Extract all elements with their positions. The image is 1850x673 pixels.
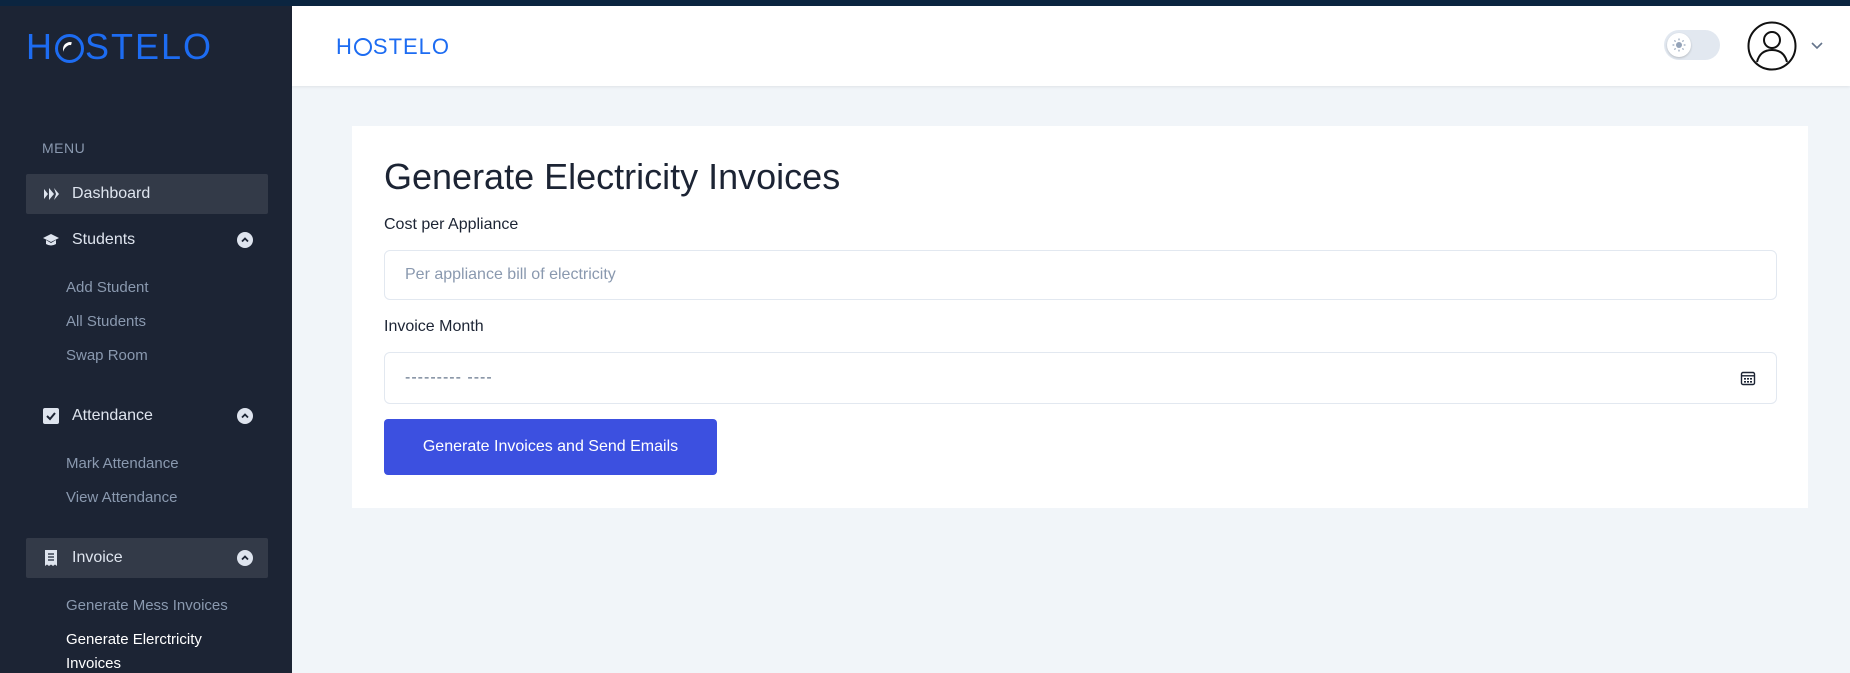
page-title: Generate Electricity Invoices <box>384 156 841 197</box>
logo-text-prefix: H <box>336 34 353 59</box>
sidebar-subitem-add-student[interactable]: Add Student <box>66 276 149 300</box>
sidebar-logo[interactable]: H STELO <box>26 26 213 68</box>
logo-text-suffix: STELO <box>85 26 214 67</box>
cost-per-appliance-input[interactable] <box>384 250 1777 300</box>
sidebar-item-attendance[interactable]: Attendance <box>26 396 268 436</box>
cost-per-appliance-label: Cost per Appliance <box>384 216 519 233</box>
sidebar-item-label: Invoice <box>72 549 123 566</box>
sidebar-item-label: Dashboard <box>72 185 151 202</box>
sidebar-item-dashboard[interactable]: Dashboard <box>26 174 268 214</box>
sidebar-subitem-generate-mess-invoices[interactable]: Generate Mess Invoices <box>66 594 228 618</box>
sidebar-item-students[interactable]: Students <box>26 220 268 260</box>
sidebar-item-label: Students <box>72 231 136 248</box>
chevron-up-icon[interactable] <box>237 550 253 566</box>
logo-o-icon <box>353 38 372 56</box>
chevron-down-icon[interactable] <box>1810 38 1824 52</box>
theme-toggle[interactable] <box>1664 30 1720 60</box>
sun-icon <box>1667 33 1691 57</box>
checkbox-icon <box>42 407 60 425</box>
top-strip <box>0 0 1850 6</box>
menu-heading: MENU <box>42 140 86 156</box>
invoice-month-input[interactable]: --------- ---- <box>384 352 1777 404</box>
user-avatar-icon[interactable] <box>1747 21 1797 71</box>
header-logo[interactable]: H STELO <box>336 34 450 60</box>
top-header: H STELO <box>292 6 1850 86</box>
sidebar-item-label: Attendance <box>72 407 153 424</box>
sidebar-subitem-view-attendance[interactable]: View Attendance <box>66 486 177 510</box>
sidebar-subitem-all-students[interactable]: All Students <box>66 310 146 334</box>
sidebar-subitem-swap-room[interactable]: Swap Room <box>66 344 148 368</box>
sidebar: H STELO MENU Dashboard Students Add Stude… <box>0 0 292 673</box>
calendar-icon[interactable] <box>1740 370 1756 386</box>
sidebar-item-invoice[interactable]: Invoice <box>26 538 268 578</box>
chevron-up-icon[interactable] <box>237 232 253 248</box>
chevron-up-icon[interactable] <box>237 408 253 424</box>
graduation-cap-icon <box>42 231 60 249</box>
logo-text-suffix: STELO <box>372 34 451 59</box>
invoice-month-placeholder: --------- ---- <box>405 369 493 386</box>
sidebar-subitem-mark-attendance[interactable]: Mark Attendance <box>66 452 179 476</box>
sidebar-subitem-generate-electricity-invoices[interactable]: Generate Elerctricity Invoices <box>66 628 246 673</box>
invoice-month-label: Invoice Month <box>384 318 484 335</box>
generate-invoices-button[interactable]: Generate Invoices and Send Emails <box>384 419 717 475</box>
logo-text-prefix: H <box>26 26 54 67</box>
receipt-icon <box>42 549 60 567</box>
dashboard-icon <box>42 185 60 203</box>
invoice-form-card: Generate Electricity Invoices Cost per A… <box>352 126 1808 508</box>
logo-o-icon <box>55 33 84 63</box>
